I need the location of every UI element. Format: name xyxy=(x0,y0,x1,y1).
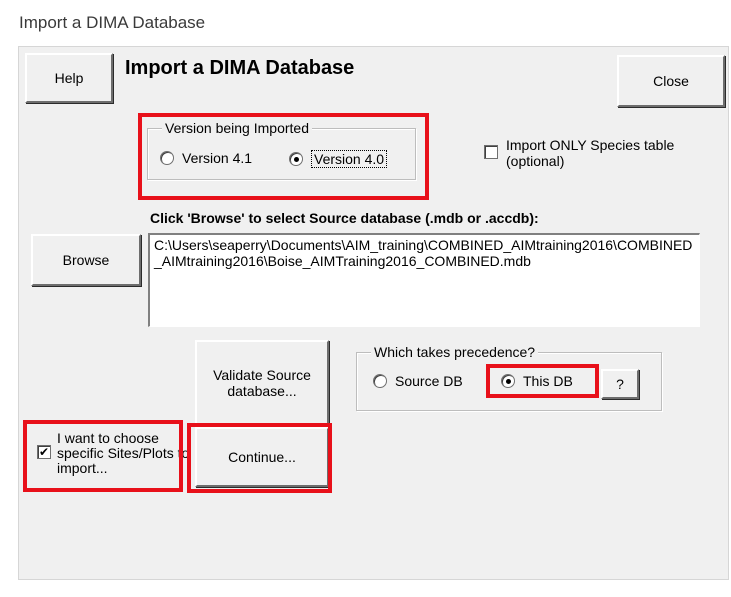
title-bar[interactable]: Import a DIMA Database xyxy=(0,0,731,44)
choose-sites-checkbox[interactable]: ✔ I want to choose specific Sites/Plots … xyxy=(37,431,192,476)
precedence-group-legend: Which takes precedence? xyxy=(371,344,539,360)
this-db-label: This DB xyxy=(523,373,573,389)
continue-button-label: Continue... xyxy=(228,449,296,465)
radio-unselected-icon xyxy=(373,374,387,388)
close-button[interactable]: Close xyxy=(617,55,725,107)
dialog-body: Help Import a DIMA Database Close Versio… xyxy=(18,46,729,580)
version-40-label: Version 4.0 xyxy=(311,150,388,168)
checkbox-unchecked-icon xyxy=(484,145,498,159)
species-only-label: Import ONLY Species table (optional) xyxy=(506,137,675,169)
source-prompt: Click 'Browse' to select Source database… xyxy=(150,210,539,226)
species-only-checkbox[interactable]: Import ONLY Species table (optional) xyxy=(484,137,686,169)
version-group-legend: Version being Imported xyxy=(162,120,312,136)
source-path-field[interactable]: C:\Users\seaperry\Documents\AIM_training… xyxy=(148,233,700,327)
radio-unselected-icon xyxy=(160,151,174,165)
version-40-radio[interactable]: Version 4.0 xyxy=(289,150,388,168)
version-41-radio[interactable]: Version 4.1 xyxy=(160,150,252,166)
precedence-help-button[interactable]: ? xyxy=(601,369,639,399)
checkbox-checked-icon: ✔ xyxy=(37,445,51,459)
this-db-radio[interactable]: This DB xyxy=(501,373,573,389)
source-db-radio[interactable]: Source DB xyxy=(373,373,463,389)
validate-button-label: Validate Source database... xyxy=(213,367,311,399)
help-button[interactable]: Help xyxy=(25,53,113,103)
browse-button-label: Browse xyxy=(62,252,110,268)
window-title: Import a DIMA Database xyxy=(19,13,206,32)
close-button-label: Close xyxy=(653,73,689,89)
version-41-label: Version 4.1 xyxy=(182,150,253,166)
validate-button[interactable]: Validate Source database... xyxy=(195,340,329,426)
choose-sites-label: I want to choose specific Sites/Plots to… xyxy=(57,430,190,476)
import-dima-window: Import a DIMA Database Help Import a DIM… xyxy=(0,0,731,597)
continue-button[interactable]: Continue... xyxy=(195,427,329,487)
help-button-label: Help xyxy=(54,70,84,86)
source-db-label: Source DB xyxy=(395,373,463,389)
radio-selected-icon xyxy=(501,374,515,388)
radio-selected-icon xyxy=(289,152,303,166)
dialog-heading: Import a DIMA Database xyxy=(125,57,355,79)
question-label: ? xyxy=(616,376,624,392)
browse-button[interactable]: Browse xyxy=(31,234,141,286)
